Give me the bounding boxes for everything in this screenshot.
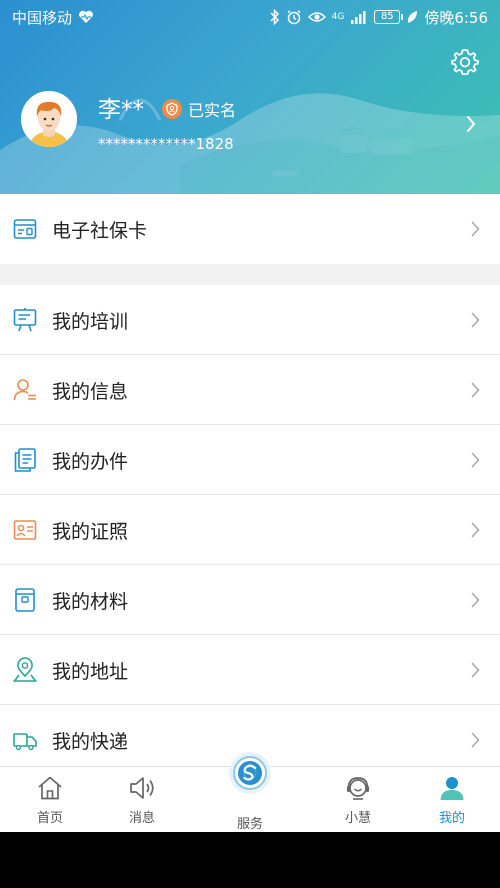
menu-item-label: 我的培训 [52, 310, 129, 333]
tab-label: 我的 [438, 811, 465, 826]
tab-assistant[interactable]: 小慧 [308, 767, 408, 832]
tab-label: 消息 [128, 811, 155, 826]
chevron-right-icon [471, 732, 480, 748]
chevron-right-icon [471, 662, 480, 678]
alarm-icon [287, 10, 301, 25]
chevron-right-icon [471, 312, 480, 328]
home-icon [38, 776, 62, 800]
mine-screen: 中国移动 4G 85 傍晚6:56 李** 已实名 *************1… [0, 0, 500, 832]
menu-item-label: 我的信息 [52, 380, 129, 403]
masked-id-number: *************1828 [98, 135, 234, 153]
menu-item-address[interactable]: 我的地址 [0, 635, 500, 705]
leaf-icon [408, 11, 418, 23]
chevron-right-icon [471, 452, 480, 468]
speaker-icon [130, 777, 154, 799]
menu-item-label: 我的证照 [52, 520, 129, 543]
menu-item-label: 我的地址 [52, 660, 129, 683]
menu-item-materials[interactable]: 我的材料 [0, 565, 500, 635]
heart-icon [79, 10, 93, 23]
menu-item-cases[interactable]: 我的办件 [0, 425, 500, 495]
carrier-label: 中国移动 [12, 8, 73, 27]
social-security-card-label: 电子社保卡 [52, 219, 148, 242]
user-name: 李** [98, 97, 144, 123]
user-avatar-icon [21, 91, 77, 147]
tab-label: 服务 [236, 817, 263, 832]
bluetooth-icon [270, 9, 279, 25]
tab-label: 小慧 [344, 811, 371, 826]
battery-level: 85 [380, 11, 394, 22]
chevron-right-icon [471, 382, 480, 398]
chevron-right-icon [471, 592, 480, 608]
menu-item-label: 我的快递 [52, 730, 129, 753]
tab-label: 首页 [36, 811, 63, 826]
network-type-label: 4G [331, 11, 345, 22]
menu-item-info[interactable]: 我的信息 [0, 355, 500, 425]
signal-icon [351, 11, 366, 24]
user-info-icon [13, 379, 36, 401]
menu-item-training[interactable]: 我的培训 [0, 285, 500, 355]
verified-label: 已实名 [188, 101, 237, 120]
status-bar: 中国移动 4G 85 傍晚6:56 [0, 0, 500, 34]
tab-messages[interactable]: 消息 [92, 767, 192, 832]
tab-home[interactable]: 首页 [0, 767, 100, 832]
tab-service[interactable]: 服务 [200, 752, 300, 832]
battery-icon: 85 [374, 10, 404, 24]
chevron-right-icon[interactable] [466, 115, 476, 133]
delivery-truck-icon [13, 733, 37, 751]
menu-item-certificates[interactable]: 我的证照 [0, 495, 500, 565]
chevron-right-icon [471, 522, 480, 538]
clock-label: 傍晚6:56 [424, 8, 488, 27]
service-logo-icon [229, 752, 271, 794]
bottom-tab-bar: 首页 消息 服务 小慧 我的 [0, 752, 500, 832]
chevron-right-icon [471, 221, 480, 237]
eye-icon [307, 12, 326, 22]
social-security-card-row[interactable]: 电子社保卡 [0, 194, 500, 264]
verified-badge: 已实名 [162, 97, 236, 121]
person-icon [440, 777, 464, 800]
profile-header: 中国移动 4G 85 傍晚6:56 李** 已实名 *************1… [0, 0, 500, 194]
headset-icon [347, 777, 369, 800]
avatar[interactable] [21, 91, 77, 147]
menu-item-label: 我的材料 [52, 590, 129, 613]
training-icon [13, 308, 37, 332]
verified-shield-icon [162, 99, 182, 119]
location-icon [13, 657, 37, 682]
id-card-icon [13, 219, 37, 239]
materials-icon [15, 588, 35, 612]
menu-item-label: 我的办件 [52, 450, 129, 473]
documents-icon [14, 448, 36, 472]
certificate-icon [13, 520, 37, 540]
settings-gear-icon[interactable] [450, 47, 480, 77]
tab-mine[interactable]: 我的 [402, 767, 500, 832]
